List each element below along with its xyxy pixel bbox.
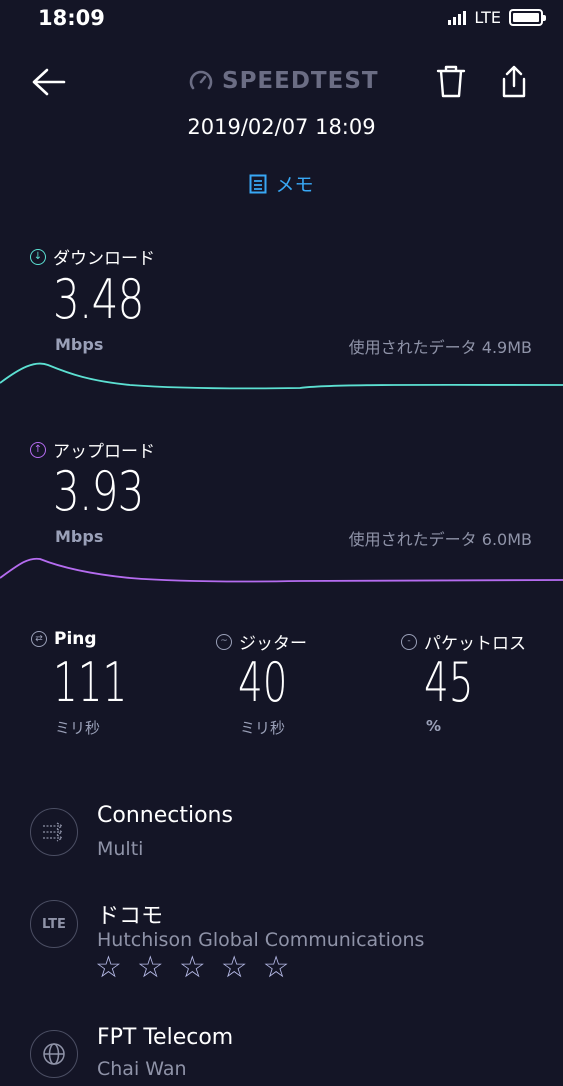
carrier-provider: Hutchison Global Communications bbox=[97, 929, 425, 951]
memo-button[interactable]: メモ bbox=[0, 170, 563, 197]
back-button[interactable] bbox=[30, 64, 70, 100]
speedtest-logo: SPEEDTEST bbox=[188, 68, 379, 94]
star-icon[interactable]: ☆ bbox=[221, 950, 248, 985]
multi-arrows-icon bbox=[43, 822, 64, 842]
connections-icon bbox=[30, 808, 78, 856]
server-name: FPT Telecom bbox=[97, 1025, 234, 1050]
ping-icon: ⇄ bbox=[31, 631, 47, 647]
ping-value: 111 bbox=[53, 651, 128, 714]
star-icon[interactable]: ☆ bbox=[263, 950, 290, 985]
upload-arrow-icon: ↑ bbox=[30, 441, 46, 458]
share-button[interactable] bbox=[498, 64, 530, 100]
jitter-unit: ミリ秒 bbox=[240, 719, 286, 737]
logo-text: SPEEDTEST bbox=[222, 68, 379, 94]
arrow-left-icon bbox=[32, 68, 66, 96]
connections-value: Multi bbox=[97, 838, 144, 860]
packet-loss-value: 45 bbox=[424, 651, 474, 714]
upload-graph bbox=[0, 557, 563, 583]
trash-icon bbox=[436, 65, 466, 98]
network-type: LTE bbox=[474, 8, 501, 27]
lte-icon: LTE bbox=[30, 900, 78, 948]
upload-speed: 3.93 bbox=[53, 460, 144, 523]
upload-unit: Mbps bbox=[55, 527, 104, 546]
packet-loss-icon: - bbox=[401, 633, 417, 650]
jitter-value: 40 bbox=[238, 651, 288, 714]
star-icon[interactable]: ☆ bbox=[179, 950, 206, 985]
download-graph bbox=[0, 362, 563, 390]
download-speed: 3.48 bbox=[53, 268, 144, 331]
upload-label: ↑ アップロード bbox=[30, 437, 155, 462]
signal-icon bbox=[448, 10, 467, 25]
connections-title: Connections bbox=[97, 803, 233, 828]
ping-unit: ミリ秒 bbox=[55, 719, 101, 737]
star-icon[interactable]: ☆ bbox=[95, 950, 122, 985]
packet-loss-unit: % bbox=[426, 717, 442, 735]
status-indicators: LTE bbox=[448, 8, 546, 27]
result-datetime: 2019/02/07 18:09 bbox=[187, 115, 376, 139]
download-label: ↓ ダウンロード bbox=[30, 244, 155, 269]
ping-label: ⇄ Ping bbox=[31, 629, 97, 649]
globe-svg bbox=[43, 1043, 65, 1065]
server-location: Chai Wan bbox=[97, 1058, 187, 1080]
jitter-icon: ~ bbox=[216, 633, 232, 650]
globe-icon bbox=[30, 1030, 78, 1078]
share-icon bbox=[502, 65, 526, 98]
battery-icon bbox=[509, 9, 546, 26]
memo-label: メモ bbox=[275, 174, 314, 196]
note-icon bbox=[249, 174, 267, 193]
gauge-icon bbox=[189, 70, 213, 90]
status-time: 18:09 bbox=[38, 6, 105, 30]
carrier-name: ドコモ bbox=[97, 904, 164, 929]
star-icon[interactable]: ☆ bbox=[137, 950, 164, 985]
download-arrow-icon: ↓ bbox=[30, 248, 46, 265]
delete-button[interactable] bbox=[434, 64, 468, 100]
rating-stars[interactable]: ☆ ☆ ☆ ☆ ☆ bbox=[95, 950, 290, 985]
